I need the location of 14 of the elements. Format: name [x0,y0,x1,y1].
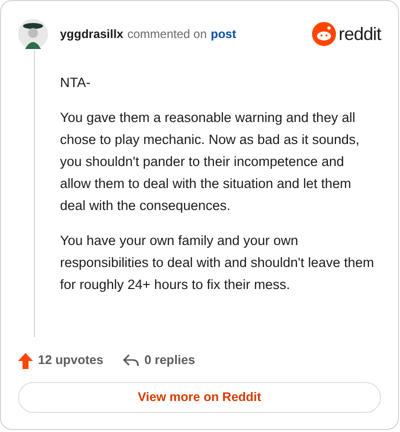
comment-paragraph: You have your own family and your own responsibilities to deal with and shouldn't leave them for roughly 24+ hours to fix their mess. [60,232,374,294]
upvote-count: 12 upvotes [38,352,104,370]
comment-paragraph: You gave them a reasonable warning and they all chose to play mechanic. Now as bad as it sounds, you shouldn't pander to their incompetence and allow them to deal with the situation and let them deal with the consequences. [60,109,360,215]
upvote-arrow-icon[interactable] [18,352,33,369]
reply-count: 0 replies [144,352,196,370]
comment-paragraph: NTA- [60,74,92,92]
logo-wordmark: reddit [338,22,381,46]
post-link[interactable]: post [210,25,236,43]
reddit-logo-icon [312,22,336,46]
view-more-button[interactable]: View more on Reddit [18,382,381,413]
avatar-icon [18,19,48,49]
action-text: commented on [127,26,207,43]
reply-arrow-icon[interactable] [123,354,140,368]
username[interactable]: yggdrasillx [60,25,124,43]
